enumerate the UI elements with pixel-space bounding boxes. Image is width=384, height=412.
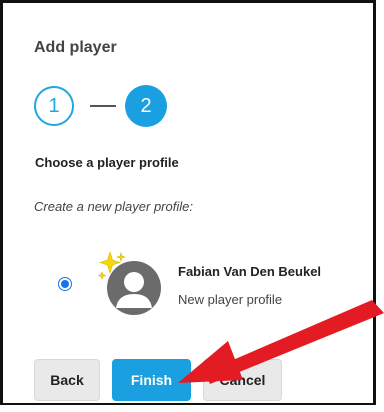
- player-profile-subtitle: New player profile: [178, 292, 283, 307]
- avatar: [97, 250, 161, 315]
- dialog-title: Add player: [34, 39, 117, 56]
- profile-section-heading: Choose a player profile: [35, 155, 179, 170]
- add-player-dialog: Add player 1 2 Choose a player profile C…: [0, 0, 376, 405]
- radio-selected-dot: [61, 280, 69, 288]
- step-indicator: 1 2: [34, 84, 167, 128]
- step-2: 2: [125, 85, 167, 127]
- step-connector: [90, 105, 116, 107]
- cancel-button[interactable]: Cancel: [203, 359, 282, 401]
- create-profile-label: Create a new player profile:: [34, 199, 193, 214]
- back-button[interactable]: Back: [34, 359, 100, 401]
- finish-button[interactable]: Finish: [112, 359, 191, 401]
- player-name: Fabian Van Den Beukel: [178, 264, 322, 279]
- profile-radio[interactable]: [58, 277, 72, 291]
- step-1: 1: [34, 86, 74, 126]
